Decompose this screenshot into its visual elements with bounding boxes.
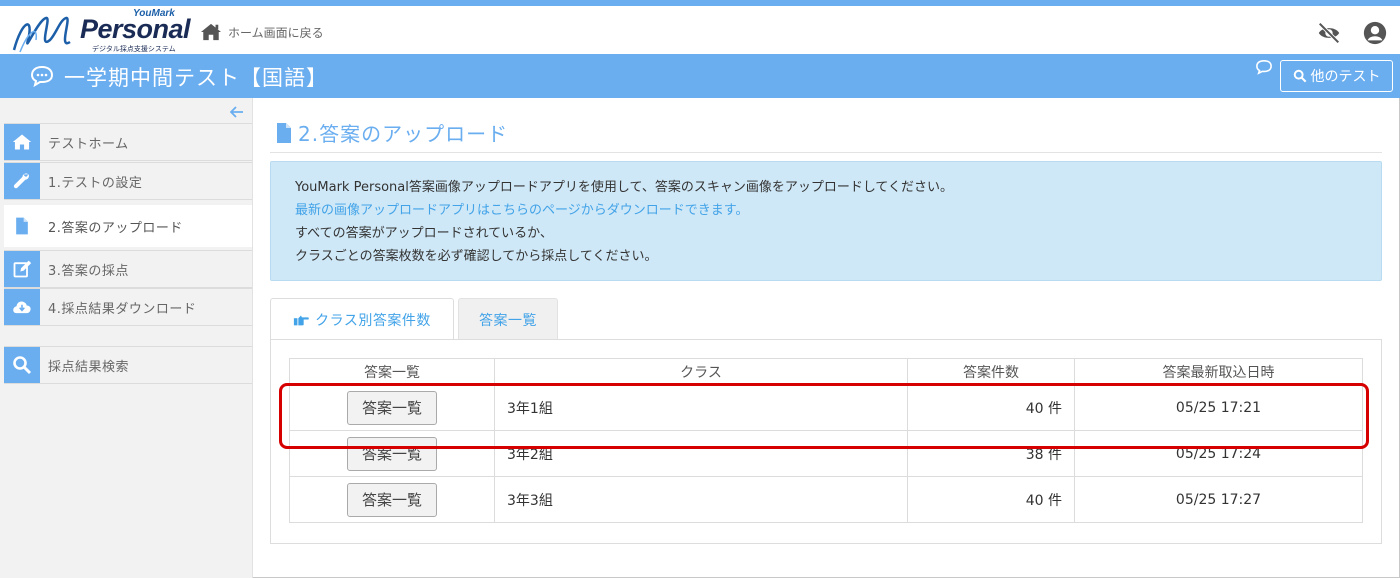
home-icon [201,23,221,41]
home-link[interactable]: ホーム画面に戻る [200,22,324,42]
class-cell: 3年3組 [494,476,908,523]
sidebar-item-download[interactable]: 4.採点結果ダウンロード [4,288,252,326]
edit-icon [4,251,40,287]
test-title-bar: 一学期中間テスト【国語】 他のテスト [0,54,1400,98]
table-row: 答案一覧 3年3組 40 件 05/25 17:27 [289,476,1363,523]
info-line: YouMark Personal答案画像アップロードアプリを使用して、答案のスキ… [295,180,954,195]
column-header: 答案一覧 [289,358,495,385]
table-row: 答案一覧 3年1組 40 件 05/25 17:21 [289,384,1363,431]
home-link-label: ホーム画面に戻る [228,25,324,40]
tab-class-count[interactable]: クラス別答案件数 [270,298,454,340]
search-icon [4,347,40,383]
other-test-button[interactable]: 他のテスト [1280,60,1393,92]
collapse-arrow-icon[interactable] [229,103,244,122]
table-cell: 答案一覧 [289,384,495,431]
count-cell: 40 件 [907,384,1075,431]
section-heading: 2.答案のアップロード [276,118,508,147]
tab-label: 答案一覧 [479,312,537,329]
search-icon [1293,69,1306,83]
section-heading-text: 2.答案のアップロード [298,122,509,146]
cloud-download-icon [4,289,40,325]
file-icon [277,122,291,143]
home-icon [4,124,40,160]
tab-answer-list[interactable]: 答案一覧 [458,298,558,340]
download-app-link[interactable]: 最新の画像アップロードアプリはこちらのページからダウンロードできます。 [295,199,1357,222]
file-icon [4,206,40,246]
comment-icon [30,65,54,88]
sidebar-item-label: 4.採点結果ダウンロード [48,301,197,317]
page-title: 一学期中間テスト【国語】 [64,66,328,90]
app-logo[interactable]: YouMark Personal デジタル採点支援システム [8,8,191,54]
date-cell: 05/25 17:24 [1074,430,1363,477]
header-actions [1316,20,1388,46]
sidebar-item-label: 2.答案のアップロード [48,220,183,236]
sidebar-item-scoring[interactable]: 3.答案の採点 [4,250,252,288]
info-line: クラスごとの答案枚数を必ず確認してから採点してください。 [295,249,658,264]
sidebar-item-label: 採点結果検索 [48,359,130,375]
logo-subtitle: デジタル採点支援システム [92,45,176,53]
other-test-label: 他のテスト [1310,69,1381,85]
class-count-table: 答案一覧 クラス 答案件数 答案最新取込日時 答案一覧 3年1組 40 件 05… [289,358,1363,523]
sidebar-item-test-settings[interactable]: 1.テストの設定 [4,162,252,200]
answer-list-button[interactable]: 答案一覧 [347,482,437,517]
count-cell: 38 件 [907,430,1075,477]
comment-icon[interactable] [1255,59,1273,75]
sidebar-item-upload[interactable]: 2.答案のアップロード [4,205,252,247]
logo-swirl-icon [12,16,71,53]
class-cell: 3年1組 [494,384,908,431]
column-header: 答案件数 [907,358,1075,385]
answer-list-button[interactable]: 答案一覧 [347,436,437,471]
user-circle-icon[interactable] [1362,20,1388,46]
wrench-icon [4,163,40,199]
heading-divider [270,152,1382,153]
main-content: 2.答案のアップロード YouMark Personal答案画像アップロードアプ… [270,98,1382,578]
table-cell: 答案一覧 [289,476,495,523]
tab-label: クラス別答案件数 [315,312,431,329]
sidebar-item-test-home[interactable]: テストホーム [4,123,252,161]
info-line: すべての答案がアップロードされているか、 [295,226,553,241]
date-cell: 05/25 17:21 [1074,384,1363,431]
table-row: 答案一覧 3年2組 38 件 05/25 17:24 [289,430,1363,477]
column-header: 答案最新取込日時 [1074,358,1363,385]
class-cell: 3年2組 [494,430,908,477]
sidebar-item-label: 1.テストの設定 [48,175,143,191]
answer-list-button[interactable]: 答案一覧 [347,390,437,425]
app-header: YouMark Personal デジタル採点支援システム ホーム画面に戻る [0,6,1400,54]
date-cell: 05/25 17:27 [1074,476,1363,523]
column-header: クラス [494,358,908,385]
count-cell: 40 件 [907,476,1075,523]
eye-slash-icon[interactable] [1316,20,1342,46]
sidebar: テストホーム 1.テストの設定 2.答案のアップロード 3.答案の採点 4.採点… [0,98,253,578]
hand-point-right-icon [294,315,309,325]
table-header-row: 答案一覧 クラス 答案件数 答案最新取込日時 [289,358,1363,385]
sidebar-item-search[interactable]: 採点結果検索 [4,346,252,384]
info-alert: YouMark Personal答案画像アップロードアプリを使用して、答案のスキ… [270,161,1382,281]
sidebar-item-label: 3.答案の採点 [48,263,129,279]
logo-brand: Personal [80,14,191,44]
table-cell: 答案一覧 [289,430,495,477]
tab-panel: 答案一覧 クラス 答案件数 答案最新取込日時 答案一覧 3年1組 40 件 05… [270,339,1382,544]
sidebar-item-label: テストホーム [48,136,129,152]
